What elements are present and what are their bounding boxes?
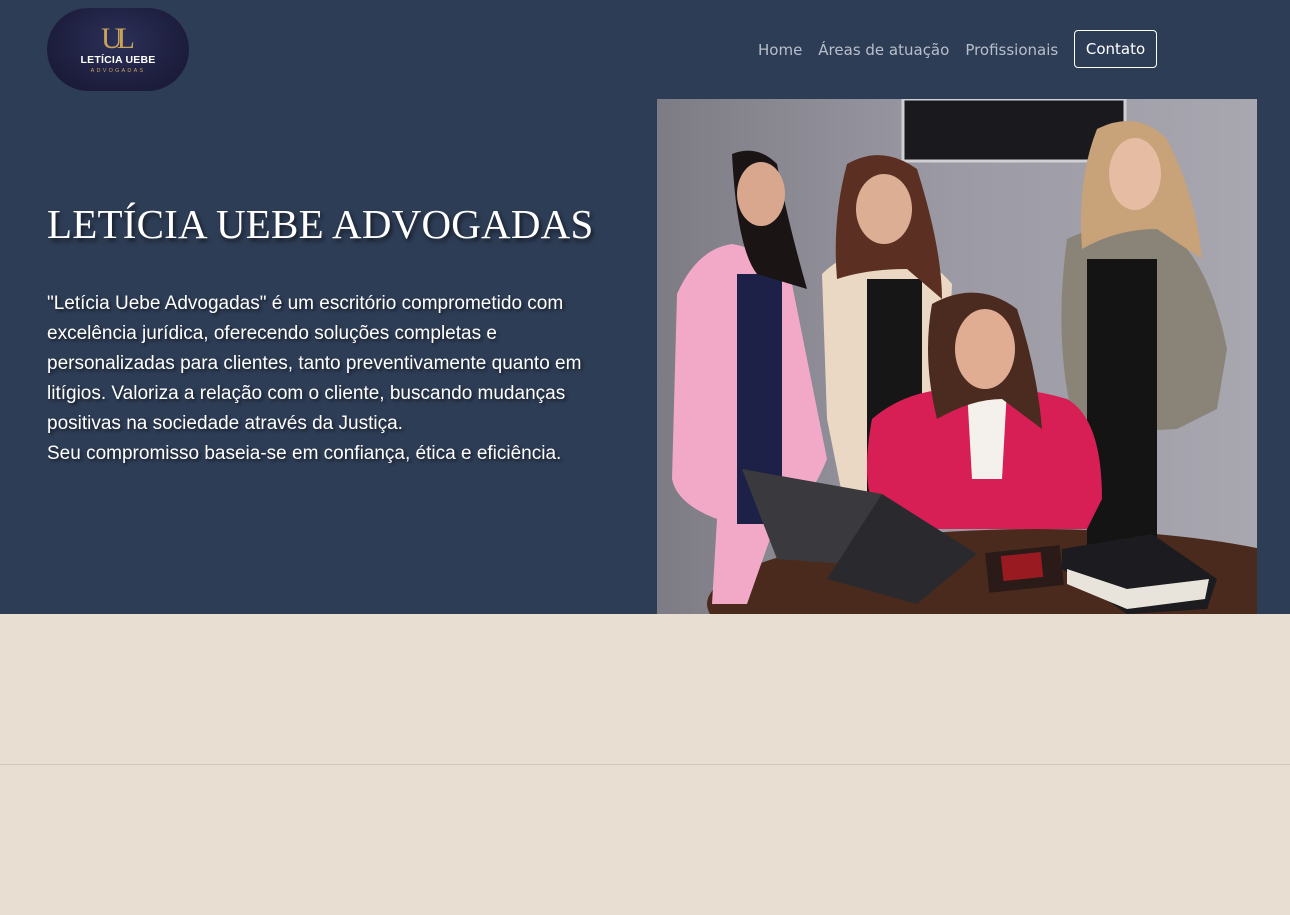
nav-home[interactable]: Home	[758, 40, 802, 60]
main-nav: Home Áreas de atuação Profissionais	[758, 40, 1058, 60]
page-title: LETÍCIA UEBE ADVOGADAS	[47, 201, 594, 247]
description-paragraph: "Letícia Uebe Advogadas" é um escritório…	[47, 293, 582, 434]
section-divider	[0, 764, 1290, 765]
team-photo	[657, 99, 1257, 614]
hero-description: "Letícia Uebe Advogadas" é um escritório…	[47, 289, 587, 469]
team-photo-illustration	[657, 99, 1257, 614]
nav-profissionais[interactable]: Profissionais	[965, 40, 1058, 60]
logo-name: LETÍCIA UEBE	[80, 53, 156, 66]
nav-areas-de-atuacao[interactable]: Áreas de atuação	[818, 40, 949, 60]
hero-section: UL LETÍCIA UEBE ADVOGADAS Home Áreas de …	[0, 0, 1290, 614]
logo[interactable]: UL LETÍCIA UEBE ADVOGADAS	[47, 8, 189, 91]
logo-monogram: UL	[101, 21, 135, 55]
description-commitment: Seu compromisso baseia-se em confiança, …	[47, 443, 562, 464]
contact-button[interactable]: Contato	[1074, 30, 1157, 68]
logo-subtitle: ADVOGADAS	[90, 67, 146, 74]
